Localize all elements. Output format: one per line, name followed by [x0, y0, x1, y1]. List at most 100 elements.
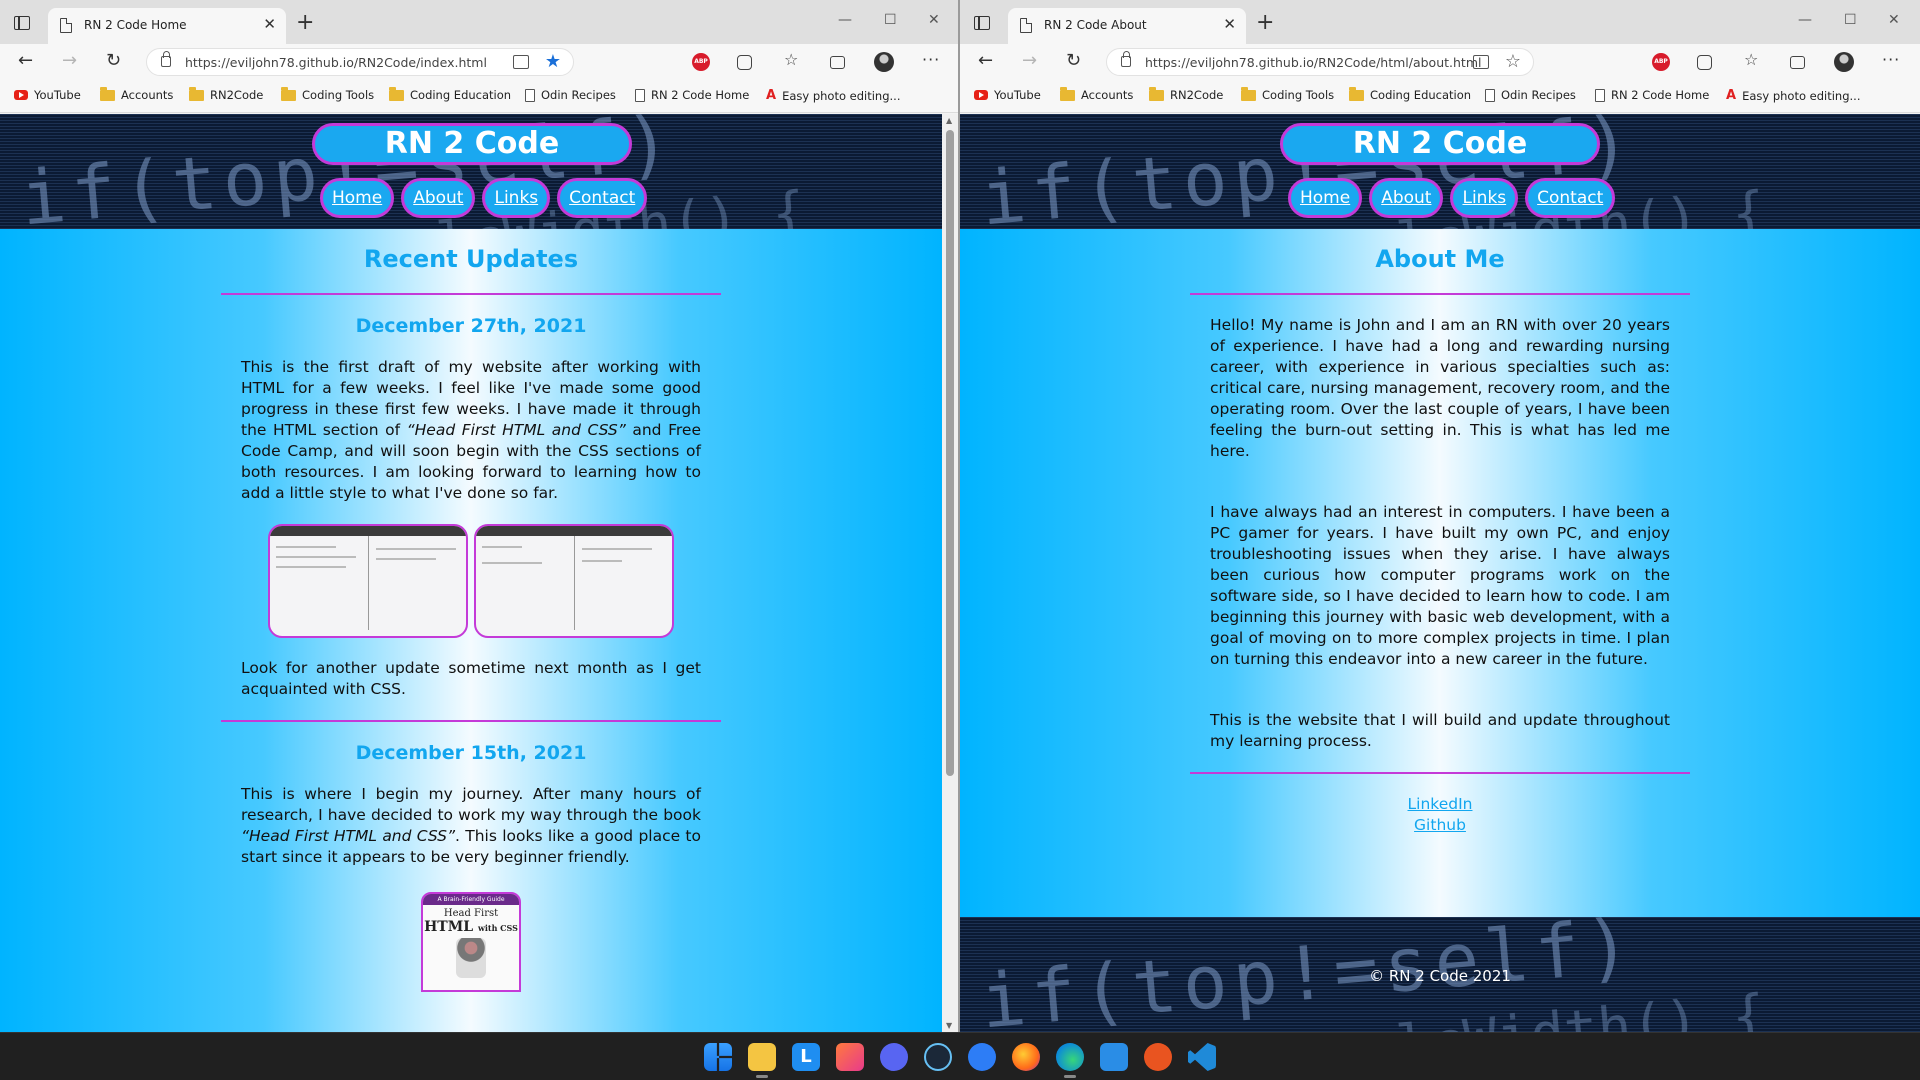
refresh-icon[interactable]: ↻ [106, 50, 121, 71]
refresh-icon[interactable]: ↻ [1066, 50, 1081, 71]
profile-avatar[interactable] [1834, 52, 1854, 72]
immersive-reader-icon[interactable] [513, 55, 529, 69]
folder-icon [100, 86, 115, 101]
adblock-icon[interactable]: ABP [1652, 53, 1670, 71]
book-cover-image: A Brain-Friendly Guide Head First HTML w… [421, 892, 521, 992]
ubuntu-icon[interactable] [1144, 1043, 1172, 1071]
immersive-reader-icon[interactable] [1473, 55, 1489, 69]
scrollbar[interactable]: ▲ ▼ [942, 114, 958, 1032]
maximize-icon[interactable]: ☐ [1844, 12, 1857, 28]
site-header: if(top!=self) tion calcWidth() { RN 2 Co… [0, 114, 942, 229]
new-tab-icon[interactable]: + [296, 12, 314, 34]
bookmarks-bar: YouTube Accounts RN2Code Coding Tools Co… [960, 80, 1920, 113]
paint-icon[interactable] [836, 1043, 864, 1071]
page-viewport: if(top!=self) tion calcWidth() { RN 2 Co… [0, 114, 942, 1032]
favorites-icon[interactable]: ☆ [784, 50, 798, 69]
collections-icon[interactable] [1790, 56, 1805, 69]
site-header: if(top!=self) tion calcWidth() { RN 2 Co… [960, 114, 1920, 229]
nav-home-link[interactable]: Home [320, 178, 395, 218]
bookmark-rn2code-home[interactable]: RN 2 Code Home [1595, 88, 1709, 102]
nav-about-link[interactable]: About [1369, 178, 1444, 218]
nav-home-link[interactable]: Home [1288, 178, 1363, 218]
browser-tab[interactable]: RN 2 Code About ✕ [1008, 8, 1246, 44]
minimize-icon[interactable]: — [838, 12, 852, 28]
close-tab-icon[interactable]: ✕ [1223, 15, 1236, 33]
page-icon [635, 88, 645, 102]
bookmark-rn2code[interactable]: RN2Code [189, 86, 263, 102]
scrollbar-thumb[interactable] [946, 130, 954, 776]
close-window-icon[interactable]: ✕ [928, 12, 940, 28]
libre-icon[interactable]: L [792, 1043, 820, 1071]
forward-icon[interactable]: → [1022, 50, 1037, 71]
bookmark-rn2code-home[interactable]: RN 2 Code Home [635, 88, 749, 102]
mail-icon[interactable] [1100, 1043, 1128, 1071]
footer-copyright: © RN 2 Code 2021 [1369, 967, 1511, 985]
favorite-star-icon[interactable]: ★ [545, 51, 561, 72]
add-favorite-icon[interactable]: ☆ [1505, 51, 1521, 72]
address-bar[interactable]: https://eviljohn78.github.io/RN2Code/htm… [1106, 48, 1534, 76]
extensions-icon[interactable] [737, 55, 752, 70]
back-icon[interactable]: ← [18, 50, 33, 71]
browser-window-home: RN 2 Code Home ✕ + — ☐ ✕ ← → ↻ https://e… [0, 0, 958, 1032]
website-screenshot[interactable] [268, 524, 468, 638]
tab-actions-icon[interactable] [14, 16, 30, 30]
bookmark-easy-photo[interactable]: A Easy photo editing... [1726, 88, 1860, 103]
maximize-icon[interactable]: ☐ [884, 12, 897, 28]
bookmark-coding-tools[interactable]: Coding Tools [1241, 86, 1334, 102]
lock-icon[interactable] [1121, 51, 1131, 67]
bookmark-coding-education[interactable]: Coding Education [389, 86, 511, 102]
nav-links-link[interactable]: Links [482, 178, 551, 218]
extensions-icon[interactable] [1697, 55, 1712, 70]
lock-icon[interactable] [161, 51, 171, 67]
bookmark-accounts[interactable]: Accounts [100, 86, 173, 102]
file-explorer-icon[interactable] [748, 1043, 776, 1078]
nav-contact-link[interactable]: Contact [557, 178, 648, 218]
firefox-icon[interactable] [1012, 1043, 1040, 1071]
address-bar[interactable]: https://eviljohn78.github.io/RN2Code/ind… [146, 48, 574, 76]
bookmark-rn2code[interactable]: RN2Code [1149, 86, 1223, 102]
bookmark-youtube[interactable]: YouTube [14, 88, 81, 102]
browser-tab[interactable]: RN 2 Code Home ✕ [48, 8, 286, 44]
tab-actions-icon[interactable] [974, 16, 990, 30]
page-icon [1595, 88, 1605, 102]
linkedin-link[interactable]: LinkedIn [1190, 794, 1690, 815]
nav-contact-link[interactable]: Contact [1525, 178, 1616, 218]
beta-app-icon[interactable] [968, 1043, 996, 1071]
bookmark-easy-photo[interactable]: A Easy photo editing... [766, 88, 900, 103]
website-screenshot[interactable] [474, 524, 674, 638]
favorites-icon[interactable]: ☆ [1744, 50, 1758, 69]
forward-icon[interactable]: → [62, 50, 77, 71]
nav-links-link[interactable]: Links [1450, 178, 1519, 218]
scroll-up-icon[interactable]: ▲ [946, 116, 952, 125]
bookmark-accounts[interactable]: Accounts [1060, 86, 1133, 102]
adobe-icon: A [1726, 88, 1737, 103]
close-window-icon[interactable]: ✕ [1888, 12, 1900, 28]
bookmark-coding-tools[interactable]: Coding Tools [281, 86, 374, 102]
collections-icon[interactable] [830, 56, 845, 69]
edge-icon[interactable] [1056, 1043, 1084, 1078]
close-tab-icon[interactable]: ✕ [263, 15, 276, 33]
adblock-icon[interactable]: ABP [692, 53, 710, 71]
vscode-icon[interactable] [1188, 1043, 1216, 1071]
more-icon[interactable]: ··· [1882, 50, 1900, 69]
profile-avatar[interactable] [874, 52, 894, 72]
github-link[interactable]: Github [1190, 815, 1690, 836]
bookmark-youtube[interactable]: YouTube [974, 88, 1041, 102]
discord-icon[interactable] [880, 1043, 908, 1071]
scroll-down-icon[interactable]: ▼ [946, 1021, 952, 1030]
bookmark-odin-recipes[interactable]: Odin Recipes [1485, 88, 1576, 102]
back-icon[interactable]: ← [978, 50, 993, 71]
bookmark-coding-education[interactable]: Coding Education [1349, 86, 1471, 102]
page-icon [1485, 88, 1495, 102]
minimize-icon[interactable]: — [1798, 12, 1812, 28]
folder-icon [389, 86, 404, 101]
site-nav: Home About Links Contact [1288, 178, 1616, 218]
post-date: December 15th, 2021 [355, 742, 587, 764]
new-tab-icon[interactable]: + [1256, 12, 1274, 34]
about-paragraph: I have always had an interest in compute… [1210, 503, 1670, 668]
steam-icon[interactable] [924, 1043, 952, 1071]
more-icon[interactable]: ··· [922, 50, 940, 69]
bookmark-odin-recipes[interactable]: Odin Recipes [525, 88, 616, 102]
nav-about-link[interactable]: About [401, 178, 476, 218]
windows-start-icon[interactable] [704, 1043, 732, 1071]
